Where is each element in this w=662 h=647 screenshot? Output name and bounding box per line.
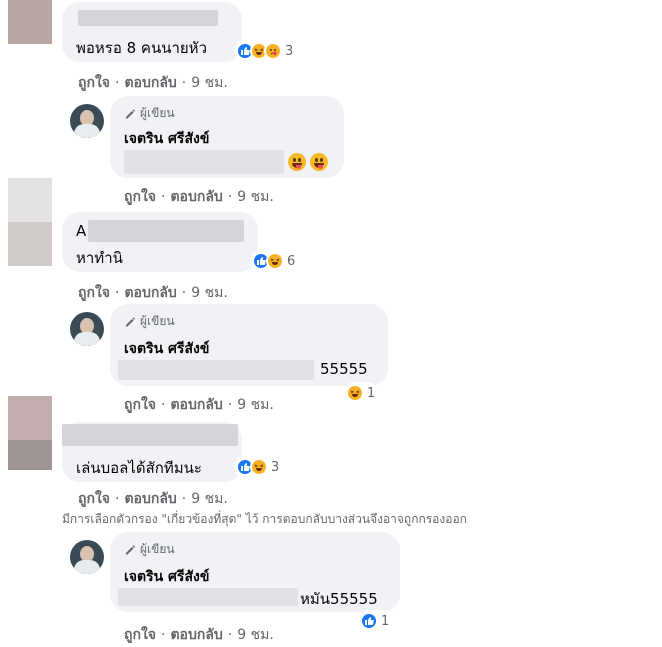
separator: · bbox=[227, 627, 233, 643]
reply-link[interactable]: ตอบกลับ bbox=[124, 282, 176, 304]
reply-link[interactable]: ตอบกลับ bbox=[170, 394, 222, 416]
separator: · bbox=[115, 285, 120, 301]
reaction-count: 1 bbox=[381, 613, 390, 629]
pencil-icon bbox=[126, 316, 136, 326]
commenter-name[interactable]: เจตริน ศรีสังข์ bbox=[124, 128, 209, 150]
reaction-count: 3 bbox=[285, 43, 294, 59]
timestamp[interactable]: 9 ชม. bbox=[191, 488, 228, 510]
pencil-icon bbox=[126, 544, 136, 554]
avatar[interactable] bbox=[8, 396, 52, 440]
reply-link[interactable]: ตอบกลับ bbox=[170, 186, 222, 208]
comment-actions: ถูกใจ · ตอบกลับ · 9 ชม. bbox=[78, 488, 228, 510]
author-badge: ผู้เขียน bbox=[124, 540, 175, 559]
timestamp[interactable]: 9 ชม. bbox=[237, 186, 274, 208]
separator: · bbox=[161, 397, 166, 413]
reaction-count: 3 bbox=[271, 459, 280, 475]
commenter-name[interactable]: เจตริน ศรีสังข์ bbox=[124, 566, 209, 588]
redacted-name bbox=[88, 220, 244, 242]
reply-actions: ถูกใจ · ตอบกลับ · 9 ชม. bbox=[124, 394, 274, 416]
author-avatar[interactable] bbox=[70, 104, 104, 138]
timestamp[interactable]: 9 ชม. bbox=[191, 72, 228, 94]
comment-actions: ถูกใจ · ตอบกลับ · 9 ชม. bbox=[78, 282, 228, 304]
comment-text: พอหรอ 8 คนนายหัว bbox=[76, 39, 207, 57]
reaction-summary[interactable]: 3 bbox=[234, 456, 284, 478]
comment-prefix: A bbox=[76, 222, 87, 240]
haha-icon bbox=[250, 458, 268, 476]
separator: · bbox=[115, 75, 120, 91]
timestamp[interactable]: 9 ชม. bbox=[237, 624, 274, 646]
avatar-blur-lower bbox=[8, 440, 52, 470]
avatar[interactable] bbox=[8, 0, 52, 44]
reply-link[interactable]: ตอบกลับ bbox=[124, 72, 176, 94]
separator: · bbox=[181, 75, 187, 91]
author-avatar[interactable] bbox=[70, 312, 104, 346]
redacted-text bbox=[118, 360, 314, 380]
author-badge: ผู้เขียน bbox=[124, 312, 175, 331]
reaction-summary[interactable]: 1 bbox=[358, 610, 394, 632]
author-badge-label: ผู้เขียน bbox=[140, 106, 175, 120]
author-avatar[interactable] bbox=[70, 540, 104, 574]
comment-actions: ถูกใจ · ตอบกลับ · 9 ชม. bbox=[78, 72, 228, 94]
separator: · bbox=[227, 397, 233, 413]
redacted-name bbox=[78, 10, 218, 26]
pencil-icon bbox=[126, 108, 136, 118]
care-icon bbox=[264, 42, 282, 60]
haha-icon bbox=[346, 384, 364, 402]
timestamp[interactable]: 9 ชม. bbox=[237, 394, 274, 416]
reply-actions: ถูกใจ · ตอบกลับ · 9 ชม. bbox=[124, 186, 274, 208]
reaction-count: 1 bbox=[367, 385, 376, 401]
filter-notice: มีการเลือกตัวกรอง "เกี่ยวข้องที่สุด" ไว้… bbox=[62, 512, 467, 526]
separator: · bbox=[181, 285, 187, 301]
author-badge-label: ผู้เขียน bbox=[140, 314, 175, 328]
like-link[interactable]: ถูกใจ bbox=[124, 394, 156, 416]
reaction-summary[interactable]: 6 bbox=[250, 250, 300, 272]
like-link[interactable]: ถูกใจ bbox=[124, 186, 156, 208]
author-badge: ผู้เขียน bbox=[124, 104, 175, 123]
like-link[interactable]: ถูกใจ bbox=[78, 72, 110, 94]
reply-link[interactable]: ตอบกลับ bbox=[170, 624, 222, 646]
comment-text: เล่นบอลได้สักทีมนะ bbox=[76, 459, 202, 477]
reply-link[interactable]: ตอบกลับ bbox=[124, 488, 176, 510]
like-link[interactable]: ถูกใจ bbox=[124, 624, 156, 646]
separator: · bbox=[161, 189, 166, 205]
timestamp[interactable]: 9 ชม. bbox=[191, 282, 228, 304]
separator: · bbox=[161, 627, 166, 643]
reply-actions: ถูกใจ · ตอบกลับ · 9 ชม. bbox=[124, 624, 274, 646]
winking-tongue-emoji bbox=[288, 153, 306, 171]
reaction-summary[interactable]: 3 bbox=[234, 40, 298, 62]
author-badge-label: ผู้เขียน bbox=[140, 542, 175, 556]
reaction-count: 6 bbox=[287, 253, 296, 269]
redacted-text bbox=[124, 150, 284, 174]
like-icon bbox=[360, 612, 378, 630]
avatar-blur-lower bbox=[8, 222, 52, 266]
separator: · bbox=[227, 189, 233, 205]
separator: · bbox=[115, 491, 120, 507]
like-link[interactable]: ถูกใจ bbox=[78, 488, 110, 510]
separator: · bbox=[181, 491, 187, 507]
reaction-summary[interactable]: 1 bbox=[344, 382, 380, 404]
winking-tongue-emoji bbox=[310, 153, 328, 171]
reply-text-suffix: หมัน55555 bbox=[300, 590, 378, 608]
redacted-text bbox=[118, 588, 298, 606]
haha-icon bbox=[266, 252, 284, 270]
reply-text-suffix: 55555 bbox=[320, 360, 368, 378]
comment-text: หาทำนิ bbox=[76, 249, 123, 267]
commenter-name[interactable]: เจตริน ศรีสังข์ bbox=[124, 338, 209, 360]
redacted-name bbox=[62, 424, 238, 446]
like-link[interactable]: ถูกใจ bbox=[78, 282, 110, 304]
